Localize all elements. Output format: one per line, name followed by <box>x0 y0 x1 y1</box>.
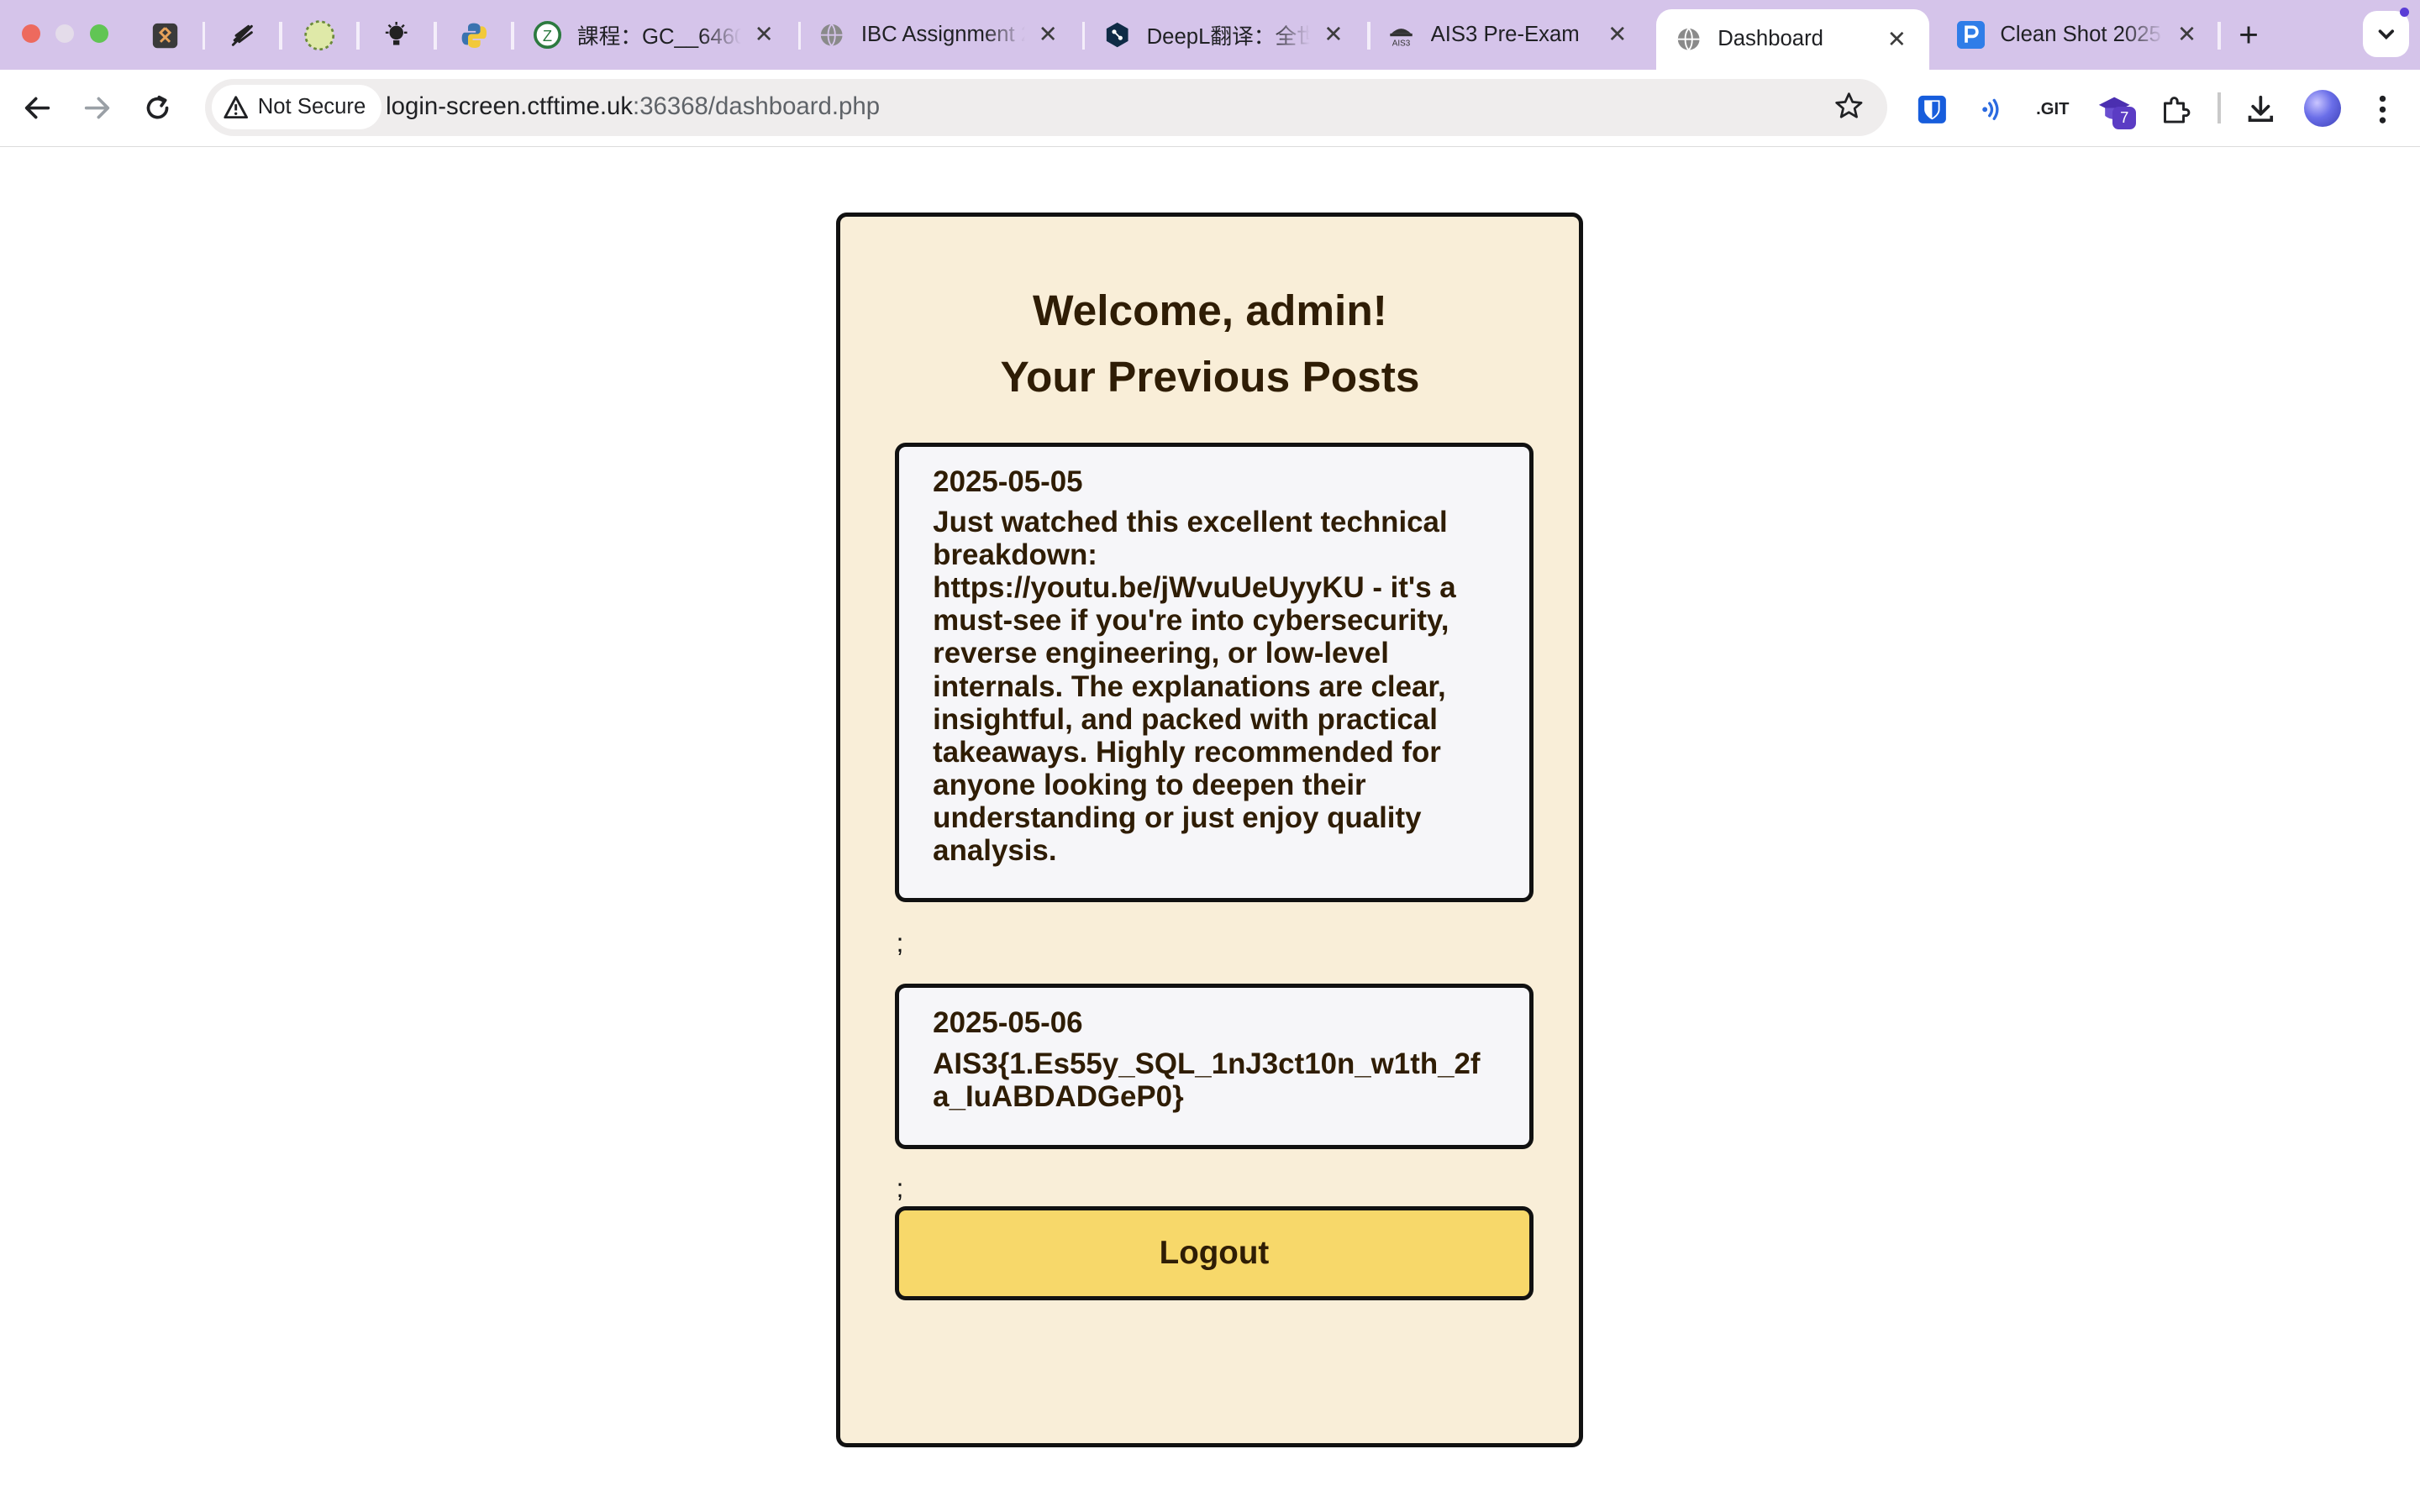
security-chip[interactable]: Not Secure <box>211 85 381 130</box>
close-tab-icon[interactable]: ✕ <box>1034 21 1062 48</box>
address-bar[interactable]: Not Secure login-screen.ctftime.uk:36368… <box>205 78 1888 136</box>
welcome-heading: Welcome, admin! <box>1033 286 1387 335</box>
tab-deepl[interactable]: DeepL翻译：全世 ✕ <box>1085 9 1365 60</box>
svg-text:Z: Z <box>543 27 552 45</box>
sound-extension[interactable] <box>1972 90 2012 130</box>
post-card: 2025-05-06 AIS3{1.Es55y_SQL_1nJ3ct10n_w1… <box>894 984 1534 1149</box>
tab-title: Clean Shot 2025 <box>2000 22 2161 46</box>
close-tab-icon[interactable]: ✕ <box>1603 21 1631 48</box>
globe-favicon <box>1675 25 1702 53</box>
close-window-button[interactable] <box>21 24 40 44</box>
post-separator: ; <box>896 928 904 958</box>
ais3-favicon: AIS3 <box>1387 21 1415 49</box>
pinned-tab-4[interactable] <box>373 14 419 57</box>
url-host: login-screen.ctftime.uk <box>386 92 634 121</box>
posts-heading: Your Previous Posts <box>1000 352 1420 402</box>
menu-button[interactable] <box>2363 90 2403 130</box>
minimize-window-button[interactable] <box>55 24 75 44</box>
close-tab-icon[interactable]: ✕ <box>750 21 778 48</box>
dashboard-card: Welcome, admin! Your Previous Posts 2025… <box>836 213 1584 1447</box>
warning-icon <box>224 96 249 119</box>
security-label: Not Secure <box>257 95 366 119</box>
puzzle-icon <box>2164 97 2191 123</box>
post-content: AIS3{1.Es55y_SQL_1nJ3ct10n_w1th_2fa_IuAB… <box>933 1047 1481 1113</box>
tab-course[interactable]: Z 課程：GC__6460 ✕ <box>515 9 796 60</box>
tab-ais3[interactable]: AIS3 AIS3 Pre-Exam ✕ <box>1369 9 1649 60</box>
feather-icon <box>231 24 253 46</box>
tab-title: IBC Assignment 2 <box>860 22 1025 46</box>
circle-dots-icon <box>304 20 335 51</box>
reload-icon <box>146 95 169 119</box>
post-date: 2025-05-06 <box>933 1006 1083 1040</box>
tab-title: AIS3 Pre-Exam <box>1430 22 1580 46</box>
notification-dot <box>2400 8 2410 18</box>
python-icon <box>461 23 487 48</box>
close-tab-icon[interactable]: ✕ <box>1883 26 1911 53</box>
pinned-tab-1[interactable] <box>142 14 188 57</box>
back-button[interactable] <box>18 90 55 127</box>
post-content: Just watched this excellent technical br… <box>933 505 1456 868</box>
forward-button[interactable] <box>79 90 116 127</box>
tab-title: 課程：GC__6460 <box>576 24 741 49</box>
tab-search-button[interactable] <box>2362 10 2410 57</box>
browser-toolbar: Not Secure login-screen.ctftime.uk:36368… <box>0 69 2420 148</box>
deepl-favicon <box>1103 21 1131 49</box>
downloads-button[interactable] <box>2241 90 2281 130</box>
extension-badge: 7 <box>2112 106 2136 130</box>
pinned-tab-2[interactable] <box>219 14 266 57</box>
more-vert-icon <box>2380 95 2386 123</box>
url-text[interactable]: login-screen.ctftime.uk:36368/dashboard.… <box>386 92 880 121</box>
close-tab-icon[interactable]: ✕ <box>2173 21 2201 48</box>
post-date: 2025-05-05 <box>933 465 1083 498</box>
download-icon <box>2249 95 2274 123</box>
pinned-tab-5[interactable] <box>450 14 497 57</box>
bitwarden-extension[interactable] <box>1912 90 1953 130</box>
git-extension[interactable]: .GIT <box>2033 90 2073 130</box>
tab-ibc-assignment[interactable]: IBC Assignment 2 ✕ <box>799 9 1080 60</box>
pinned-tab-3[interactable] <box>297 14 343 57</box>
tab-title: DeepL翻译：全世 <box>1146 24 1311 49</box>
graduation-favicon: Z <box>534 20 562 49</box>
forward-arrow-icon <box>85 97 110 119</box>
chevron-down-icon <box>2378 29 2394 39</box>
shield-icon <box>1918 95 1947 123</box>
tab-strip: Z 課程：GC__6460 ✕ IBC Assignment 2 ✕ DeepL… <box>0 0 2420 70</box>
extensions-button[interactable] <box>2156 90 2196 130</box>
close-tab-icon[interactable]: ✕ <box>1319 21 1347 48</box>
craft-app-icon <box>152 23 178 48</box>
maximize-window-button[interactable] <box>89 24 108 44</box>
toolbar-divider <box>2217 92 2221 123</box>
profile-avatar[interactable] <box>2304 89 2342 127</box>
url-path: :36368/dashboard.php <box>633 92 881 121</box>
svg-text:AIS3: AIS3 <box>1392 39 1411 49</box>
back-arrow-icon <box>24 97 50 119</box>
tab-dashboard-active[interactable]: Dashboard ✕ <box>1655 9 1929 70</box>
globe-favicon <box>818 21 845 49</box>
tab-cleanshot[interactable]: Clean Shot 2025 ✕ <box>1939 9 2219 60</box>
lightbulb-icon <box>386 21 408 45</box>
post-separator: ; <box>896 1173 904 1204</box>
bookmark-star-icon[interactable] <box>1833 91 1865 129</box>
new-tab-button[interactable]: + <box>2230 15 2267 55</box>
sound-waves-icon <box>1982 98 1999 121</box>
logout-button[interactable]: Logout <box>894 1205 1534 1300</box>
post-card: 2025-05-05 Just watched this excellent t… <box>894 442 1534 902</box>
reload-button[interactable] <box>139 90 176 127</box>
cleanshot-favicon <box>1956 20 1985 49</box>
tab-title: Dashboard <box>1718 27 1823 51</box>
